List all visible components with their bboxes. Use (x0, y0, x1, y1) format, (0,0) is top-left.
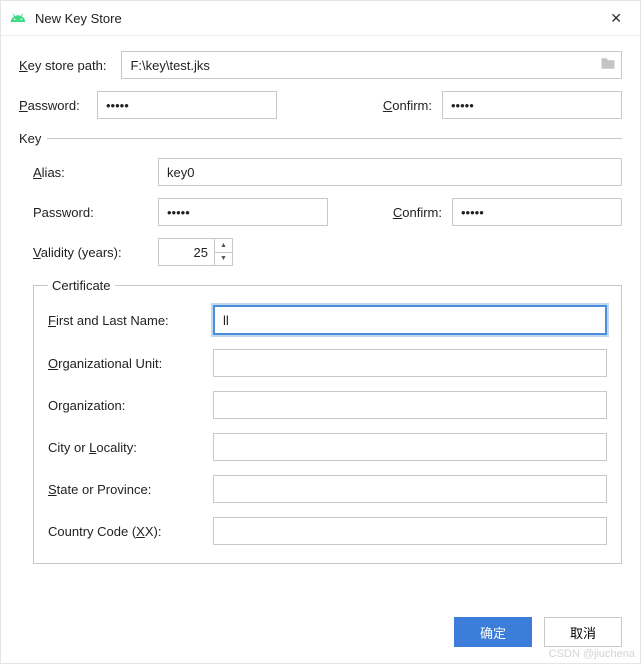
first-last-row: First and Last Name: (48, 305, 607, 335)
country-input[interactable] (213, 517, 607, 545)
key-confirm-label: Confirm: (393, 205, 442, 220)
org-label: Organization: (48, 398, 213, 413)
keystore-path-label: Key store path: (19, 58, 106, 73)
city-label: City or Locality: (48, 440, 213, 455)
keystore-password-input[interactable] (97, 91, 277, 119)
alias-label: Alias: (33, 165, 158, 180)
country-label: Country Code (XX): (48, 524, 213, 539)
keystore-confirm-input[interactable] (442, 91, 622, 119)
certificate-fieldset: Certificate First and Last Name: Organiz… (33, 278, 622, 564)
validity-spinner[interactable]: ▲ ▼ (158, 238, 233, 266)
first-last-label: First and Last Name: (48, 313, 213, 328)
android-icon (9, 9, 27, 27)
org-unit-input[interactable] (213, 349, 607, 377)
window-title: New Key Store (35, 11, 602, 26)
country-row: Country Code (XX): (48, 517, 607, 545)
state-row: State or Province: (48, 475, 607, 503)
key-password-input[interactable] (158, 198, 328, 226)
org-unit-label: Organizational Unit: (48, 356, 213, 371)
cancel-button[interactable]: 取消 (544, 617, 622, 647)
titlebar: New Key Store ✕ (1, 1, 640, 36)
certificate-legend: Certificate (48, 278, 115, 293)
state-label: State or Province: (48, 482, 213, 497)
key-legend: Key (19, 131, 47, 146)
city-row: City or Locality: (48, 433, 607, 461)
close-icon[interactable]: ✕ (602, 6, 630, 31)
state-input[interactable] (213, 475, 607, 503)
spinner-up-icon[interactable]: ▲ (215, 239, 232, 253)
alias-input[interactable] (158, 158, 622, 186)
dialog-footer: 确定 取消 (1, 603, 640, 663)
spinner-down-icon[interactable]: ▼ (215, 253, 232, 266)
ok-button[interactable]: 确定 (454, 617, 532, 647)
keystore-confirm-label: Confirm: (383, 98, 432, 113)
org-input[interactable] (213, 391, 607, 419)
key-confirm-input[interactable] (452, 198, 622, 226)
keystore-path-input[interactable] (121, 51, 622, 79)
key-password-label: Password: (33, 205, 158, 220)
org-unit-row: Organizational Unit: (48, 349, 607, 377)
org-row: Organization: (48, 391, 607, 419)
alias-row: Alias: (33, 158, 622, 186)
browse-folder-icon[interactable] (600, 57, 616, 73)
key-fieldset: Key Alias: Password: Confirm: Validity (… (19, 131, 622, 564)
key-password-row: Password: Confirm: (33, 198, 622, 226)
keystore-password-row: Password: Confirm: (19, 91, 622, 119)
validity-input[interactable] (159, 239, 214, 265)
keystore-password-label: Password: (19, 98, 97, 113)
validity-label: Validity (years): (33, 245, 158, 260)
first-last-input[interactable] (213, 305, 607, 335)
validity-row: Validity (years): ▲ ▼ (33, 238, 622, 266)
city-input[interactable] (213, 433, 607, 461)
keystore-path-row: Key store path: (19, 51, 622, 79)
dialog-content: Key store path: Password: Confirm: Key A… (1, 36, 640, 603)
dialog-window: New Key Store ✕ Key store path: Password… (0, 0, 641, 664)
